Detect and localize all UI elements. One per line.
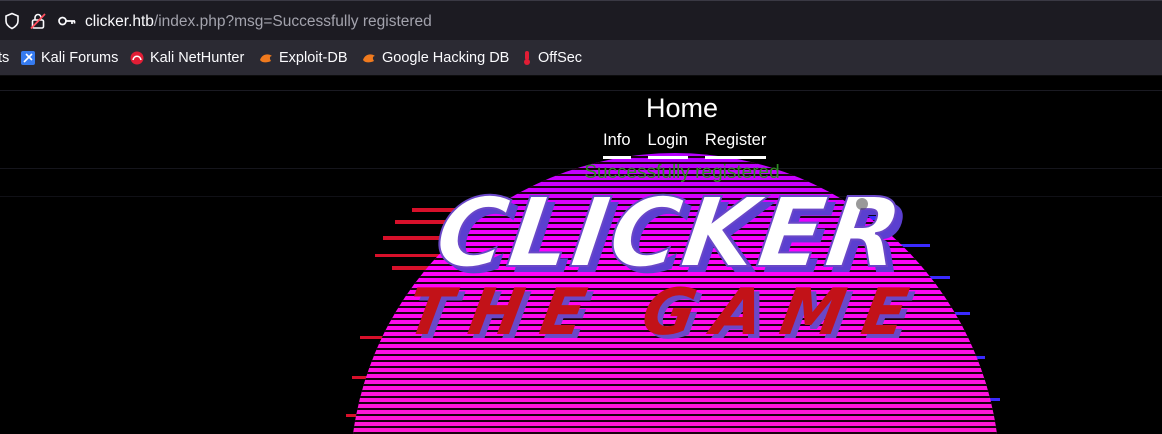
status-message: Successfully registered (584, 162, 780, 183)
sun-scanline (350, 360, 1000, 362)
url-host: clicker.htb (85, 13, 154, 30)
bookmark-label: Kali Forums (41, 50, 119, 66)
bookmark-exploit-db[interactable]: Exploit-DB (259, 49, 348, 67)
exploit-db-icon (260, 54, 272, 63)
logo-subtitle: THE GAME THE GAME (401, 275, 936, 353)
kali-forums-icon (21, 51, 35, 65)
sun-scanline (350, 354, 1000, 356)
sun-scanline (350, 408, 1000, 410)
shield-icon[interactable] (3, 12, 21, 30)
ghdb-icon (363, 54, 375, 63)
nav-login-link[interactable]: Login (647, 130, 688, 159)
bookmark-label: Exploit-DB (279, 50, 348, 66)
bookmark-label: Google Hacking DB (382, 50, 510, 66)
url-field[interactable]: clicker.htb/index.php?msg=Successfully r… (85, 12, 432, 32)
sun-scanline (350, 414, 1000, 416)
bookmark-google-hacking-db[interactable]: Google Hacking DB (362, 49, 509, 67)
nav-register-link[interactable]: Register (704, 130, 767, 159)
sun-scanline (350, 366, 1000, 368)
page-title: Home (645, 93, 719, 123)
sun-scanline (350, 378, 1000, 380)
kali-nethunter-icon (130, 51, 144, 65)
url-bar[interactable]: clicker.htb/index.php?msg=Successfully r… (0, 0, 1162, 40)
sun-scanline (350, 420, 1000, 422)
svg-text:CLICKER: CLICKER (429, 176, 910, 288)
bookmarks-toolbar: ts Kali Forums Kali NetHunter Exploit-DB… (0, 40, 1162, 76)
clicker-logo-art: CLICKER CLICKER THE GAME THE GAME (346, 153, 1000, 434)
sun-scanline (350, 372, 1000, 374)
offsec-icon (524, 51, 530, 65)
bookmark-item[interactable]: ts (0, 49, 9, 67)
key-icon[interactable] (57, 12, 77, 30)
sun-scanline (350, 396, 1000, 398)
bookmark-kali-forums[interactable]: Kali Forums (21, 49, 118, 67)
insecure-lock-icon[interactable] (29, 12, 47, 30)
bookmark-label: OffSec (538, 50, 583, 66)
svg-text:THE GAME: THE GAME (401, 275, 931, 349)
sun-scanline (350, 426, 1000, 428)
sun-scanline (350, 384, 1000, 386)
sun-scanline (350, 402, 1000, 404)
main-nav: Info Login Register (603, 130, 783, 159)
page-content: CLICKER CLICKER THE GAME THE GAME Home I… (0, 76, 1162, 434)
nav-info-link[interactable]: Info (603, 130, 631, 159)
bookmark-label: Kali NetHunter (150, 50, 245, 66)
url-path: /index.php?msg=Successfully registered (153, 13, 432, 30)
bookmark-label: ts (0, 50, 10, 66)
bookmark-offsec[interactable]: OffSec (522, 49, 582, 67)
sun-scanline (350, 390, 1000, 392)
bookmark-kali-nethunter[interactable]: Kali NetHunter (130, 49, 244, 67)
